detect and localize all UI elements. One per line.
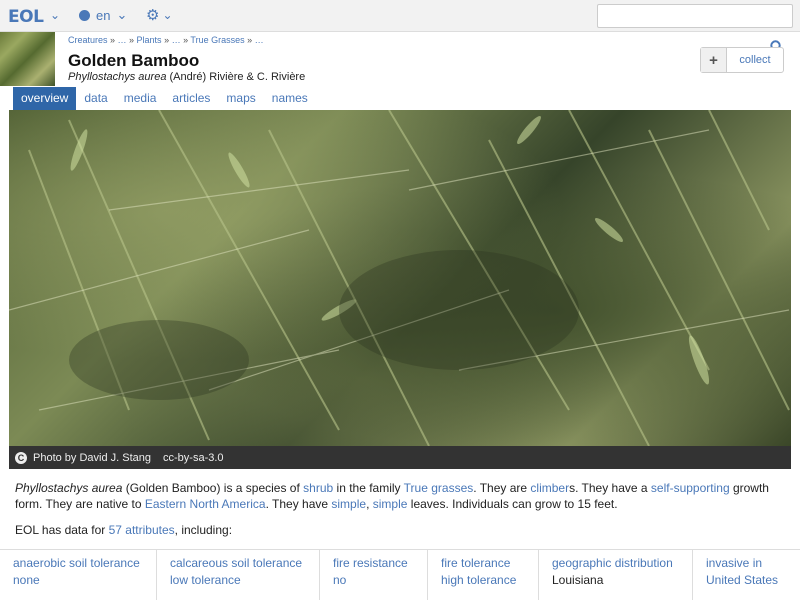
attribute-key[interactable]: calcareous soil tolerance <box>170 556 306 570</box>
top-bar: EOL ⌄ en ⌄ ⚙ ⌄ <box>0 0 800 32</box>
taxon-summary: Phyllostachys aurea (Golden Bamboo) is a… <box>15 480 785 512</box>
attribute-cell: fire resistance no <box>320 550 428 600</box>
attribute-value[interactable]: high tolerance <box>441 573 525 587</box>
summary-link[interactable]: shrub <box>303 481 333 495</box>
summary-text: . They have <box>265 497 332 511</box>
summary-text: , <box>366 497 373 511</box>
page-title: Golden Bamboo <box>68 51 200 70</box>
summary-text: . They are <box>473 481 531 495</box>
search-input[interactable] <box>597 4 793 28</box>
attribute-key[interactable]: anaerobic soil tolerance <box>13 556 143 570</box>
collect-label: collect <box>739 54 771 66</box>
photo-credit[interactable]: Photo by David J. Stang <box>33 452 151 464</box>
attribute-value: Louisiana <box>552 573 604 587</box>
hero-photo[interactable] <box>9 110 791 446</box>
summary-link[interactable]: True grasses <box>404 481 474 495</box>
summary-link[interactable]: Eastern North America <box>145 497 266 511</box>
attribute-value[interactable]: none <box>13 573 143 587</box>
summary-text: in the family <box>333 481 404 495</box>
attributes-link[interactable]: 57 attributes <box>109 523 175 537</box>
breadcrumb-item[interactable]: … <box>255 35 264 45</box>
gear-icon: ⚙ <box>146 7 160 24</box>
tab-media[interactable]: media <box>116 87 165 110</box>
collect-button[interactable]: + collect <box>700 47 784 73</box>
breadcrumb: Creatures » … » Plants » … » True Grasse… <box>68 35 264 45</box>
tab-articles[interactable]: articles <box>164 87 218 110</box>
summary-scientific-name: Phyllostachys aurea <box>15 481 123 495</box>
copyright-icon: C <box>15 451 27 464</box>
tab-maps[interactable]: maps <box>218 87 263 110</box>
attributes-suffix: , including: <box>174 523 233 537</box>
breadcrumb-item[interactable]: Creatures <box>68 35 108 45</box>
attribute-value[interactable]: United States <box>706 573 787 587</box>
summary-text: leaves. Individuals can grow to 15 feet. <box>407 497 618 511</box>
language-selector[interactable]: en ⌄ <box>79 7 127 23</box>
summary-link[interactable]: simple <box>331 497 366 511</box>
attribute-key[interactable]: fire tolerance <box>441 556 525 570</box>
authority-text: (André) Rivière & C. Rivière <box>169 71 306 83</box>
attribute-cell: invasive in United States <box>693 550 800 600</box>
summary-link[interactable]: simple <box>373 497 408 511</box>
eol-logo[interactable]: EOL <box>8 7 44 27</box>
attribute-key[interactable]: invasive in <box>706 556 787 570</box>
photo-caption: C Photo by David J. Stang cc-by-sa-3.0 <box>9 446 791 469</box>
tab-names[interactable]: names <box>264 87 316 110</box>
tab-overview[interactable]: overview <box>13 87 77 110</box>
attribute-key[interactable]: fire resistance <box>333 556 414 570</box>
chevron-down-icon[interactable]: ⌄ <box>50 8 60 22</box>
attribute-cell: calcareous soil tolerance low tolerance <box>157 550 320 600</box>
attribute-cell: geographic distribution Louisiana <box>539 550 693 600</box>
attribute-cell: anaerobic soil tolerance none <box>0 550 157 600</box>
attributes-summary: EOL has data for 57 attributes, includin… <box>15 523 232 537</box>
breadcrumb-item[interactable]: … <box>172 35 181 45</box>
summary-link[interactable]: self-supporting <box>651 481 730 495</box>
summary-text: (Golden Bamboo) is a species of <box>122 481 304 495</box>
summary-text: s. They have a <box>569 481 651 495</box>
attribute-value[interactable]: low tolerance <box>170 573 306 587</box>
attributes-prefix: EOL has data for <box>15 523 109 537</box>
bamboo-foliage-image <box>9 110 790 446</box>
tab-data[interactable]: data <box>76 87 115 110</box>
attribute-key[interactable]: geographic distribution <box>552 556 679 570</box>
breadcrumb-item[interactable]: … <box>118 35 127 45</box>
chevron-down-icon: ⌄ <box>116 7 128 22</box>
attribute-value[interactable]: no <box>333 573 414 587</box>
scientific-name-text: Phyllostachys aurea <box>68 71 167 83</box>
language-label: en <box>96 7 111 23</box>
plus-icon: + <box>701 48 727 72</box>
breadcrumb-item[interactable]: Plants <box>137 35 162 45</box>
chevron-down-icon: ⌄ <box>162 8 173 22</box>
settings-menu[interactable]: ⚙ ⌄ <box>146 6 173 24</box>
attribute-grid: anaerobic soil tolerance none calcareous… <box>0 549 800 600</box>
breadcrumb-item[interactable]: True Grasses <box>190 35 244 45</box>
attribute-cell: fire tolerance high tolerance <box>428 550 539 600</box>
taxon-thumbnail[interactable] <box>0 32 55 86</box>
photo-license[interactable]: cc-by-sa-3.0 <box>163 452 224 464</box>
summary-link[interactable]: climber <box>530 481 569 495</box>
scientific-name: Phyllostachys aurea (André) Rivière & C.… <box>68 71 305 83</box>
tab-bar: overview data media articles maps names <box>13 87 316 110</box>
globe-icon <box>79 9 90 21</box>
